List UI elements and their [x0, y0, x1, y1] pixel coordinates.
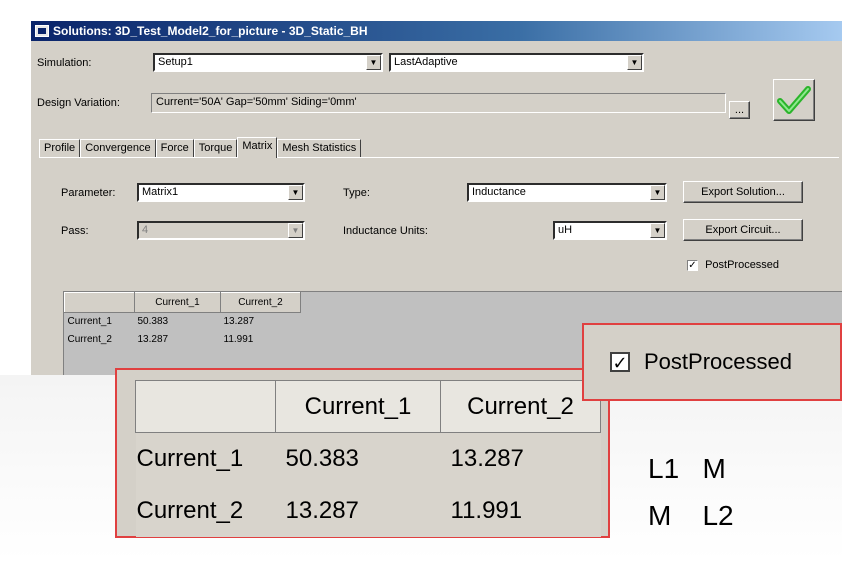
zoom-column-header: Current_2	[440, 380, 601, 433]
chevron-down-icon[interactable]: ▼	[288, 185, 303, 200]
type-dropdown[interactable]: Inductance ▼	[467, 183, 667, 202]
chevron-down-icon[interactable]: ▼	[288, 223, 303, 238]
zoom-cell: 50.383	[275, 432, 441, 485]
zoom-row-header: Current_1	[135, 432, 276, 485]
chevron-down-icon[interactable]: ▼	[650, 185, 665, 200]
zoom-row-header: Current_2	[135, 484, 276, 537]
design-variation-field: Current='50A' Gap='50mm' Siding='0mm'	[151, 93, 726, 113]
chevron-down-icon[interactable]: ▼	[650, 223, 665, 238]
inductance-units-label: Inductance Units:	[343, 225, 428, 237]
zoom-table-row: Current_2 13.287 11.991	[135, 484, 601, 537]
app-icon	[35, 25, 49, 37]
window-title: Solutions: 3D_Test_Model2_for_picture - …	[53, 24, 368, 38]
tab-mesh-statistics[interactable]: Mesh Statistics	[277, 139, 362, 158]
zoom-cell: 13.287	[440, 432, 601, 485]
simulation-label: Simulation:	[37, 57, 92, 69]
title-bar: Solutions: 3D_Test_Model2_for_picture - …	[31, 21, 842, 41]
design-variation-value: Current='50A' Gap='50mm' Siding='0mm'	[156, 96, 357, 108]
postprocessed-label: PostProcessed	[705, 259, 780, 271]
grid-cell[interactable]: 13.287	[221, 313, 301, 331]
export-solution-button[interactable]: Export Solution...	[683, 181, 803, 203]
grid-corner-header	[64, 292, 135, 313]
simulation-setup-dropdown[interactable]: Setup1 ▼	[153, 53, 383, 72]
zoomed-postprocessed: ✓ PostProcessed	[582, 323, 842, 401]
zoom-postprocessed-label: PostProcessed	[644, 349, 792, 374]
export-circuit-button[interactable]: Export Circuit...	[683, 219, 803, 241]
grid-cell[interactable]: 11.991	[221, 331, 301, 349]
checkbox-icon: ✓	[610, 352, 630, 372]
grid-cell[interactable]: 13.287	[135, 331, 221, 349]
design-variation-label: Design Variation:	[37, 97, 120, 109]
tab-matrix[interactable]: Matrix	[237, 137, 278, 158]
design-variation-browse-button[interactable]: ...	[729, 101, 750, 119]
type-label: Type:	[343, 187, 370, 199]
zoom-column-header: Current_1	[275, 380, 441, 433]
zoom-corner-header	[135, 380, 276, 433]
zoom-cell: 13.287	[275, 484, 441, 537]
zoom-table-row: Current_1 50.383 13.287	[135, 432, 601, 485]
matrix-annotation-line2: M L2	[648, 500, 734, 531]
pass-label: Pass:	[61, 225, 89, 237]
matrix-annotation-line1: L1 M	[648, 453, 726, 484]
grid-row-header: Current_2	[67, 334, 112, 345]
simulation-setup-value: Setup1	[158, 56, 193, 68]
grid-column-header[interactable]: Current_1	[134, 292, 221, 313]
tab-convergence[interactable]: Convergence	[80, 139, 156, 158]
table-row: Current_2 13.287 11.991	[65, 331, 301, 349]
checkmark-icon	[777, 86, 811, 114]
postprocessed-checkbox[interactable]: ✓ PostProcessed	[687, 259, 779, 271]
grid-column-header[interactable]: Current_2	[220, 292, 301, 313]
tab-bar: Profile Convergence Force Torque Matrix …	[39, 137, 362, 158]
parameter-label: Parameter:	[61, 187, 116, 199]
tab-force[interactable]: Force	[155, 139, 194, 158]
solutions-window: Solutions: 3D_Test_Model2_for_picture - …	[30, 20, 842, 375]
simulation-pass-value: LastAdaptive	[394, 56, 458, 68]
checkbox-icon[interactable]: ✓	[687, 259, 698, 271]
table-row: Current_1 50.383 13.287	[65, 313, 301, 331]
pass-value: 4	[142, 224, 149, 236]
tab-torque[interactable]: Torque	[193, 139, 238, 158]
zoom-cell: 11.991	[440, 484, 601, 537]
zoomed-matrix-grid: Current_1 Current_2 Current_1 50.383 13.…	[115, 368, 610, 538]
simulation-pass-dropdown[interactable]: LastAdaptive ▼	[389, 53, 644, 72]
grid-cell[interactable]: 50.383	[135, 313, 221, 331]
grid-row-header: Current_1	[67, 316, 112, 328]
parameter-value: Matrix1	[142, 186, 179, 198]
inductance-units-value: uH	[558, 224, 573, 236]
type-value: Inductance	[472, 186, 526, 198]
pass-dropdown[interactable]: 4 ▼	[137, 221, 305, 240]
inductance-units-dropdown[interactable]: uH ▼	[553, 221, 667, 240]
ok-button[interactable]	[773, 79, 815, 121]
chevron-down-icon[interactable]: ▼	[366, 55, 381, 70]
chevron-down-icon[interactable]: ▼	[627, 55, 642, 70]
parameter-dropdown[interactable]: Matrix1 ▼	[137, 183, 305, 202]
tab-profile[interactable]: Profile	[39, 139, 81, 158]
